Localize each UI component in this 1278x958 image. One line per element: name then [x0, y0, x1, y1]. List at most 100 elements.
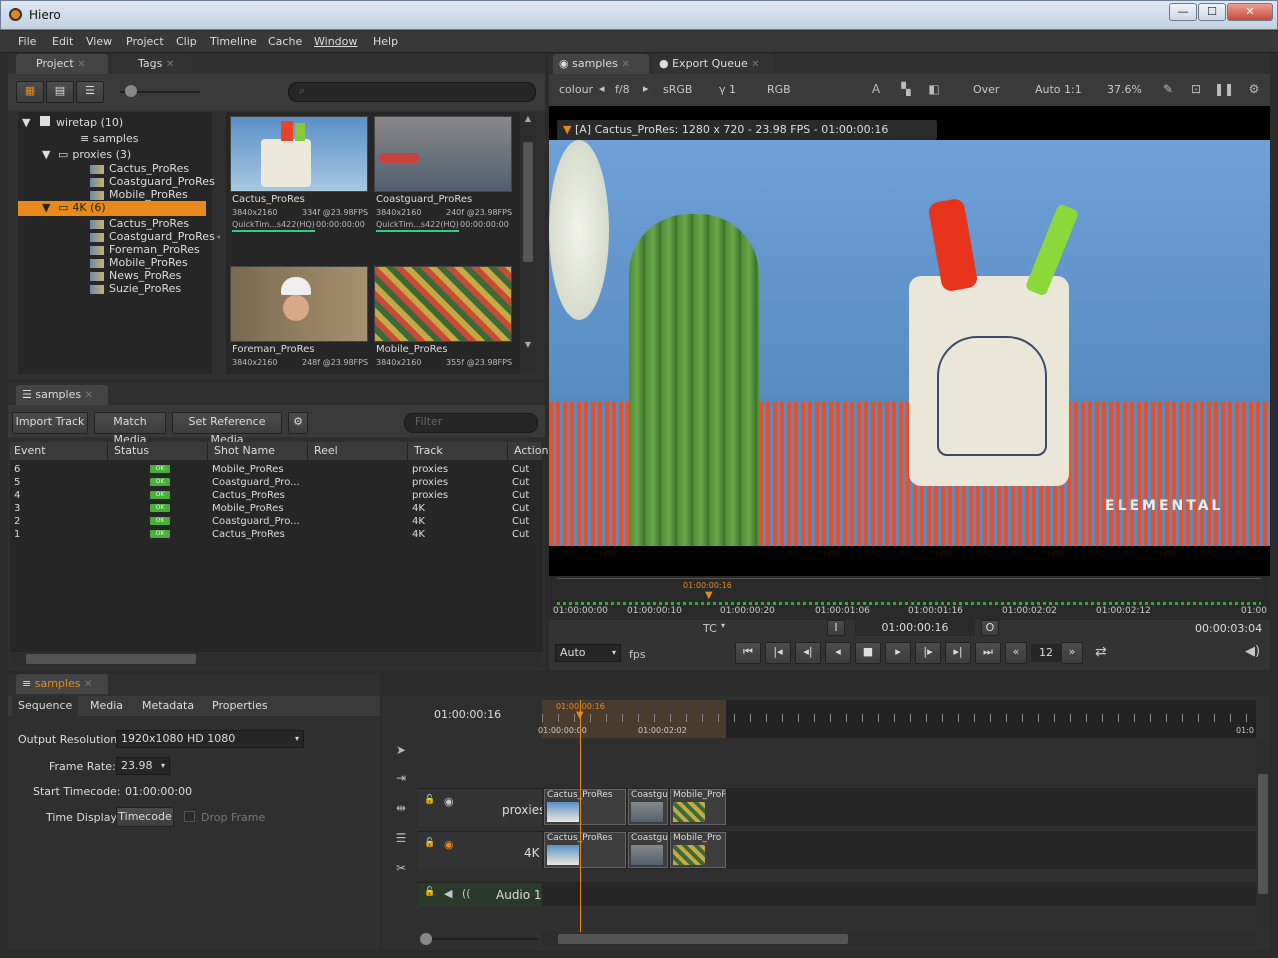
step-back-icon[interactable]: ◂| — [795, 642, 821, 664]
pause-icon[interactable]: ❚❚ — [1213, 79, 1235, 99]
scroll-thumb[interactable] — [558, 934, 848, 944]
track-header-4k[interactable]: 🔓 ◉ 4K — [418, 831, 542, 869]
timeline-ruler[interactable]: 01:00:00:16 01:00:00:00 01:00:02:02 01:0 — [538, 700, 1256, 738]
tree-item-clip[interactable]: Suzie_ProRes — [90, 282, 181, 295]
viewer-ruler[interactable]: 01:00:00:16 ▼ 01:00:00:00 01:00:00:10 01… — [549, 576, 1270, 620]
column-track[interactable]: Track — [410, 442, 508, 460]
fstop-prev-icon[interactable]: ◂ — [599, 82, 605, 95]
tree-item-clip[interactable]: Coastguard_ProRes — [90, 230, 215, 243]
tc-mode-dropdown[interactable]: TC — [703, 622, 717, 635]
tree-item-samples[interactable]: ≡ samples — [80, 132, 138, 145]
menu-view[interactable]: View — [86, 35, 112, 48]
mark-in-button[interactable]: I — [827, 620, 845, 636]
minimize-button[interactable]: — — [1169, 3, 1197, 21]
close-icon[interactable]: ✕ — [621, 59, 629, 70]
info-arrow-icon[interactable]: ▼ — [563, 123, 575, 136]
subtab-metadata[interactable]: Metadata — [142, 699, 194, 712]
track-header-audio[interactable]: 🔓 ◀ (( Audio 1 — [418, 882, 542, 906]
track-header-proxies[interactable]: 🔓 ◉ proxies — [418, 788, 545, 826]
tree-item-4k-selected[interactable]: ▼ ▭ 4K (6) — [18, 201, 206, 216]
grid-view-icon[interactable]: ▦ — [16, 81, 44, 103]
tab-project[interactable]: Project ✕ — [16, 54, 108, 74]
channels-dropdown[interactable]: RGB — [767, 83, 791, 96]
drop-frame-checkbox[interactable] — [184, 811, 195, 822]
lock-icon[interactable]: 🔓 — [424, 887, 435, 897]
tab-tags[interactable]: Tags ✕ — [112, 54, 192, 74]
fstop-value[interactable]: f/8 — [615, 83, 630, 96]
eye-icon[interactable]: ◉ — [444, 838, 454, 851]
ripple-tool-icon[interactable]: ⇹ — [390, 798, 412, 818]
menu-help[interactable]: Help — [373, 35, 398, 48]
wipe-icon[interactable]: ◧ — [923, 79, 945, 99]
match-media-button[interactable]: Match Media — [94, 412, 166, 446]
menu-file[interactable]: File — [18, 35, 36, 48]
close-icon[interactable]: ✕ — [166, 59, 174, 70]
loop-icon[interactable]: ⇄ — [1095, 644, 1107, 660]
lut-dropdown[interactable]: sRGB — [663, 83, 692, 96]
tree-item-proxies[interactable]: ▼ ▭ proxies (3) — [42, 148, 131, 161]
close-icon[interactable]: ✕ — [84, 679, 92, 690]
composite-dropdown[interactable]: Over — [973, 83, 999, 96]
tab-export-queue[interactable]: ● Export Queue ✕ — [653, 54, 775, 74]
zoom-slider-handle[interactable] — [420, 933, 432, 945]
volume-icon[interactable]: ◀) — [1245, 644, 1260, 659]
start-timecode-value[interactable]: 01:00:00:00 — [125, 785, 192, 798]
fstop-next-icon[interactable]: ▸ — [643, 82, 649, 95]
column-event[interactable]: Event — [10, 442, 108, 460]
table-row[interactable]: 1 OK Cactus_ProRes 4K Cut — [10, 528, 543, 541]
tree-item-clip[interactable]: Foreman_ProRes — [90, 243, 200, 256]
timeline-vscrollbar[interactable] — [1256, 738, 1270, 928]
scroll-thumb[interactable] — [1258, 774, 1268, 894]
scroll-thumb[interactable] — [26, 654, 196, 664]
clip-mobile[interactable]: Mobile_Pro — [670, 832, 726, 868]
close-icon[interactable]: ✕ — [85, 390, 93, 401]
close-button[interactable]: ✕ — [1227, 3, 1273, 21]
settings-gear-icon[interactable]: ⚙ — [288, 412, 308, 434]
column-action[interactable]: Action — [510, 442, 548, 460]
tab-samples[interactable]: ☰ samples ✕ — [16, 385, 108, 405]
subtab-media[interactable]: Media — [90, 699, 123, 712]
previous-edit-icon[interactable]: |◂ — [765, 642, 791, 664]
colour-dropdown[interactable]: colour — [559, 83, 593, 96]
output-resolution-dropdown[interactable]: 1920x1080 HD 1080 ▾ — [116, 730, 304, 748]
table-row[interactable]: 2 OK Coastguard_Pro... 4K Cut — [10, 515, 543, 528]
tree-item-clip[interactable]: Coastguard_ProRes — [90, 175, 215, 188]
lock-icon[interactable]: 🔓 — [424, 838, 435, 848]
tab-viewer-samples[interactable]: ◉ samples ✕ — [553, 54, 649, 74]
thumbnail-image[interactable] — [374, 116, 512, 192]
tab-sequence-samples[interactable]: ≡ samples ✕ — [16, 674, 108, 694]
slider-handle[interactable] — [125, 85, 137, 97]
razor-tool-icon[interactable]: ✂ — [390, 858, 412, 878]
zoom-dropdown[interactable]: 37.6% — [1107, 83, 1142, 96]
column-shot-name[interactable]: Shot Name — [210, 442, 308, 460]
tree-item-wiretap[interactable]: ▼ wiretap (10) — [22, 116, 123, 129]
play-icon[interactable]: ▸ — [885, 642, 911, 664]
maximize-button[interactable]: ☐ — [1198, 3, 1226, 21]
audio-wave-icon[interactable]: (( — [462, 887, 471, 900]
go-to-end-icon[interactable]: ⏭ — [975, 642, 1001, 664]
clip-coastguard[interactable]: Coastgu — [628, 832, 668, 868]
thumbnail-image[interactable] — [374, 266, 512, 342]
fps-mode-dropdown[interactable]: Auto ▾ — [555, 644, 621, 662]
clip-cactus[interactable]: Cactus_ProRes — [544, 789, 626, 825]
track-select-icon[interactable]: ⇥ — [390, 768, 412, 788]
close-icon[interactable]: ✕ — [751, 59, 759, 70]
thumbnail-image[interactable] — [230, 266, 368, 342]
video-canvas[interactable]: ▼ [A] Cactus_ProRes: 1280 x 720 - 23.98 … — [549, 106, 1270, 576]
thumbnail-image[interactable] — [230, 116, 368, 192]
color-picker-icon[interactable]: ✎ — [1157, 79, 1179, 99]
zoom-slider[interactable] — [418, 932, 542, 946]
step-size-field[interactable]: 12 — [1031, 644, 1061, 662]
table-row[interactable]: 4 OK Cactus_ProRes proxies Cut — [10, 489, 543, 502]
horizontal-scrollbar[interactable] — [10, 652, 543, 666]
slip-tool-icon[interactable]: ☰ — [390, 828, 412, 848]
detail-view-icon[interactable]: ▤ — [46, 81, 74, 103]
filter-input[interactable]: Filter — [404, 413, 538, 433]
go-to-start-icon[interactable]: ⏮ — [735, 642, 761, 664]
step-forward-icon[interactable]: |▸ — [915, 642, 941, 664]
time-display-dropdown[interactable]: Timecode — [116, 807, 174, 827]
scrollbar[interactable]: ▲ ▼ — [520, 112, 536, 374]
chevron-down-icon[interactable]: ▾ — [721, 621, 725, 630]
forward-step-icon[interactable]: » — [1061, 642, 1083, 664]
tree-item-clip[interactable]: Mobile_ProRes — [90, 256, 188, 269]
